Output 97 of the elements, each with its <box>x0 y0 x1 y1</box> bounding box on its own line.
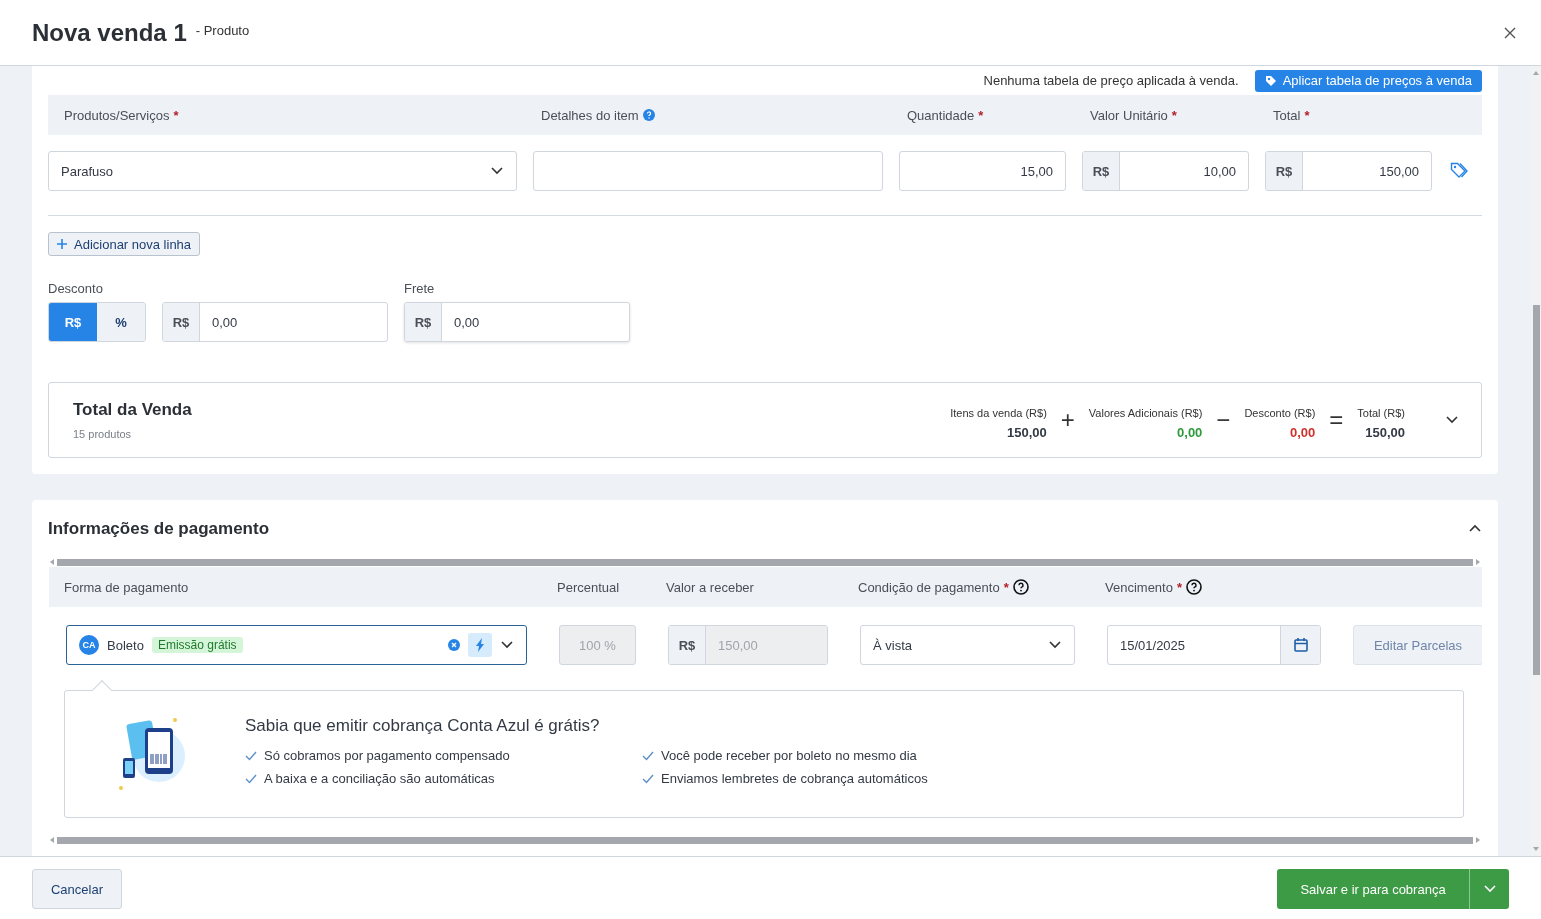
section-title: Informações de pagamento <box>48 518 271 539</box>
window-title: Nova venda 1 <box>32 18 187 47</box>
promo-title: Sabia que emitir cobrança Conta Azul é grátis? <box>245 716 601 736</box>
horizontal-scrollbar[interactable] <box>50 835 1480 845</box>
required-mark: * <box>1176 579 1182 595</box>
amount-label: Itens da venda (R$) <box>950 406 1047 419</box>
operator-sign: + <box>1060 406 1075 434</box>
column-header: Quantidade <box>907 107 975 123</box>
free-issue-tag: Emissão grátis <box>151 637 243 653</box>
scroll-right-icon[interactable] <box>1475 837 1480 843</box>
column-header: Percentual <box>557 579 620 595</box>
column-header: Forma de pagamento <box>64 579 189 595</box>
window-subtitle: - Produto <box>195 23 250 38</box>
discount-mode-toggle[interactable]: R$ <box>49 303 97 341</box>
freight-label: Frete <box>404 281 436 296</box>
sale-total-title: Total da Venda <box>73 400 192 420</box>
payment-method-value: Boleto <box>107 637 144 653</box>
currency-prefix: R$ <box>163 303 200 341</box>
help-icon[interactable] <box>1012 579 1029 595</box>
payment-condition-select[interactable]: À vista <box>860 625 1075 665</box>
field-value: 150,00 <box>1378 162 1420 181</box>
close-icon <box>1504 26 1516 39</box>
item-details-field[interactable] <box>533 151 883 191</box>
calendar-icon <box>1293 638 1308 652</box>
required-mark: * <box>978 107 984 123</box>
total-field[interactable]: R$ 150,00 <box>1265 151 1432 191</box>
column-header: Detalhes do item <box>541 107 639 123</box>
product-count: 15 produtos <box>73 428 133 440</box>
scroll-down-icon[interactable] <box>1533 847 1539 852</box>
payment-method-select[interactable]: CA Boleto Emissão grátis <box>66 625 527 665</box>
price-table-message: Nenhuma tabela de preço aplicada à venda. <box>983 73 1239 88</box>
more-options-button[interactable] <box>1469 869 1509 909</box>
plus-icon <box>57 239 67 249</box>
currency-prefix: R$ <box>1083 152 1120 190</box>
column-header: Condição de pagamento <box>858 579 1000 595</box>
check-icon <box>245 773 257 784</box>
amount-value: 150,00 <box>1365 424 1405 440</box>
required-mark: * <box>1003 579 1009 595</box>
amount-value: 150,00 <box>1007 424 1047 440</box>
amount-value: 0,00 <box>1290 424 1316 440</box>
date-value: 15/01/2025 <box>1119 636 1187 655</box>
benefit-text: Você pode receber por boleto no mesmo dia <box>661 748 917 763</box>
check-icon <box>245 750 257 761</box>
check-icon <box>642 773 654 784</box>
currency-prefix: R$ <box>405 303 442 341</box>
freight-value-field[interactable]: R$ 0,00 <box>404 302 630 342</box>
scroll-up-icon[interactable] <box>1533 70 1539 75</box>
clear-icon[interactable] <box>448 639 460 651</box>
apply-price-table-button[interactable]: Aplicar tabela de preços à venda <box>1254 69 1482 92</box>
amount-label: Total (R$) <box>1357 406 1405 419</box>
amount-field[interactable]: R$ 150,00 <box>668 625 828 665</box>
tags-icon[interactable] <box>1450 162 1468 180</box>
column-header: Total <box>1273 107 1301 123</box>
quantity-field[interactable]: 15,00 <box>899 151 1066 191</box>
field-value: 0,00 <box>453 313 481 332</box>
operator-sign: − <box>1216 406 1231 434</box>
column-header: Produtos/Serviços <box>64 107 170 123</box>
add-line-button[interactable]: Adicionar nova linha <box>48 232 201 256</box>
lightning-icon[interactable] <box>468 633 492 657</box>
cancel-button[interactable]: Cancelar <box>32 869 122 909</box>
column-header: Valor Unitário <box>1090 107 1168 123</box>
benefit-text: Só cobramos por pagamento compensado <box>264 748 510 763</box>
amount-label: Desconto (R$) <box>1244 406 1316 419</box>
lightning-glyph-icon <box>475 638 485 652</box>
calendar-button[interactable] <box>1280 626 1320 664</box>
required-mark: * <box>1171 107 1177 123</box>
scroll-right-icon[interactable] <box>1475 559 1480 565</box>
field-value: 150,00 <box>706 626 827 664</box>
scroll-left-icon[interactable] <box>50 837 55 843</box>
amount-value: 0,00 <box>1177 424 1203 440</box>
tag-icon <box>1264 74 1277 87</box>
required-mark: * <box>173 107 179 123</box>
benefit-text: A baixa e a conciliação são automáticas <box>264 771 495 786</box>
brand-badge: CA <box>79 635 99 655</box>
column-header: Valor a receber <box>666 579 754 595</box>
scroll-left-icon[interactable] <box>50 559 55 565</box>
operator-sign: = <box>1329 406 1344 434</box>
field-value: 10,00 <box>1202 162 1237 181</box>
discount-label: Desconto <box>48 281 104 296</box>
benefit-text: Enviamos lembretes de cobrança automáticos <box>661 771 928 786</box>
amount-label: Valores Adicionais (R$) <box>1088 406 1203 419</box>
product-value: Parafuso <box>61 163 114 179</box>
field-value: 0,00 <box>211 313 239 332</box>
currency-prefix: R$ <box>1266 152 1303 190</box>
condition-value: À vista <box>873 637 912 653</box>
required-mark: * <box>1304 107 1310 123</box>
check-icon <box>642 750 654 761</box>
discount-mode-toggle[interactable]: % <box>97 303 145 341</box>
horizontal-scrollbar[interactable] <box>50 557 1480 567</box>
save-and-charge-button[interactable]: Salvar e ir para cobrança <box>1277 869 1469 909</box>
unit-value-field[interactable]: R$ 10,00 <box>1082 151 1249 191</box>
column-header: Vencimento <box>1105 579 1173 595</box>
product-select[interactable]: Parafuso <box>48 151 517 191</box>
help-icon[interactable] <box>1186 579 1202 595</box>
due-date-field[interactable]: 15/01/2025 <box>1107 625 1321 665</box>
currency-prefix: R$ <box>669 626 706 664</box>
discount-value-field[interactable]: R$ 0,00 <box>162 302 388 342</box>
